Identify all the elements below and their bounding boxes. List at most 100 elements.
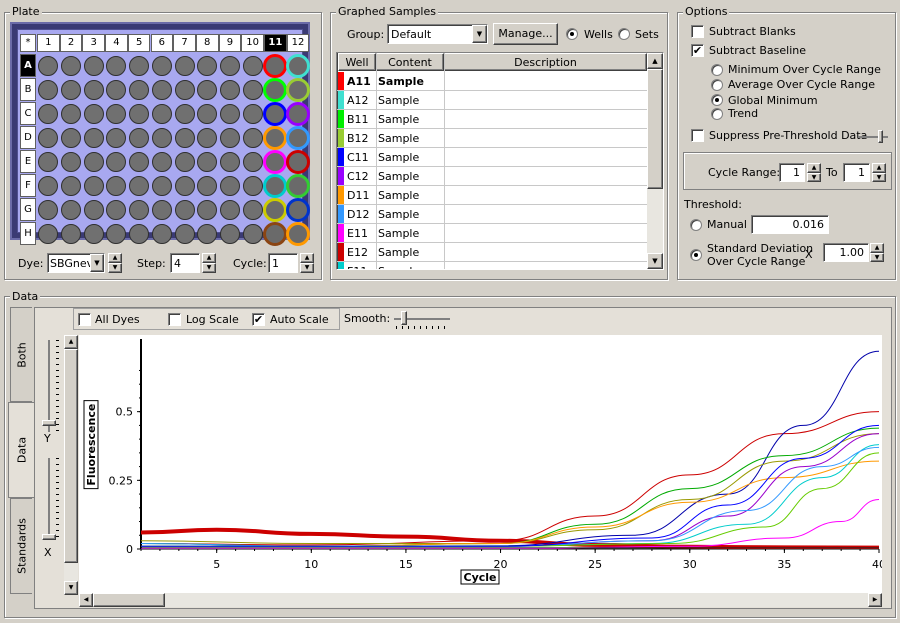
plate-well[interactable] bbox=[286, 78, 311, 102]
plate-column-header[interactable]: 12 bbox=[286, 34, 310, 52]
auto-scale-checkbox[interactable]: ✔ bbox=[252, 313, 265, 326]
global-minimum-radio[interactable] bbox=[711, 94, 723, 106]
x-zoom-slider[interactable] bbox=[48, 458, 50, 538]
plate-well[interactable] bbox=[129, 104, 150, 124]
plate-well[interactable] bbox=[263, 126, 288, 150]
cycle-input[interactable]: 1 bbox=[268, 253, 298, 273]
plate-well[interactable] bbox=[61, 80, 82, 100]
manual-threshold-input[interactable]: 0.016 bbox=[751, 215, 829, 234]
plate-well[interactable] bbox=[106, 56, 127, 76]
plate-well[interactable] bbox=[151, 224, 172, 244]
plate-well[interactable] bbox=[83, 56, 104, 76]
wells-radio[interactable] bbox=[566, 28, 578, 40]
plate-well[interactable] bbox=[197, 152, 218, 172]
plate-row-header[interactable]: D bbox=[20, 126, 36, 149]
plate-row-header[interactable]: E bbox=[20, 150, 36, 173]
plate-well[interactable] bbox=[174, 104, 195, 124]
table-row[interactable]: C11 Sample bbox=[337, 148, 647, 167]
plate-row-header[interactable]: C bbox=[20, 102, 36, 125]
plate-well[interactable] bbox=[286, 174, 311, 198]
plate-well[interactable] bbox=[286, 222, 311, 246]
plate-well[interactable] bbox=[197, 176, 218, 196]
plate-row-header[interactable]: G bbox=[20, 198, 36, 221]
scroll-up-icon[interactable]: ▲ bbox=[647, 53, 663, 69]
plate-well[interactable] bbox=[38, 152, 59, 172]
plate-well[interactable] bbox=[106, 200, 127, 220]
chart-h-scrollbar[interactable]: ◀ ▶ bbox=[79, 593, 882, 607]
dropdown-arrow-icon[interactable]: ▼ bbox=[472, 25, 487, 43]
plate-well[interactable] bbox=[106, 80, 127, 100]
plate-well[interactable] bbox=[219, 128, 240, 148]
tab-standards[interactable]: Standards bbox=[10, 498, 32, 594]
plate-well[interactable] bbox=[38, 200, 59, 220]
plate-well[interactable] bbox=[263, 54, 288, 78]
step-input[interactable]: 4 bbox=[170, 253, 200, 273]
plate-well[interactable] bbox=[61, 128, 82, 148]
plate-well[interactable] bbox=[61, 224, 82, 244]
plate-well[interactable] bbox=[174, 176, 195, 196]
plate-well[interactable] bbox=[242, 200, 263, 220]
plate-well[interactable] bbox=[61, 176, 82, 196]
plate-column-header[interactable]: 2 bbox=[59, 34, 83, 52]
plate-well[interactable] bbox=[174, 152, 195, 172]
plate-column-header[interactable]: 10 bbox=[241, 34, 264, 52]
plate-well[interactable] bbox=[129, 224, 150, 244]
plate-well[interactable] bbox=[61, 152, 82, 172]
table-row[interactable]: F11 Sample bbox=[337, 262, 647, 269]
plate-well[interactable] bbox=[38, 176, 59, 196]
plate-well[interactable] bbox=[151, 80, 172, 100]
plate-well[interactable] bbox=[174, 80, 195, 100]
plate-well[interactable] bbox=[83, 224, 104, 244]
cycle-to-spinner[interactable]: ▲ ▼ bbox=[872, 163, 886, 182]
plate-well[interactable] bbox=[197, 80, 218, 100]
plate-well[interactable] bbox=[151, 152, 172, 172]
table-row[interactable]: A11 Sample bbox=[337, 72, 647, 91]
plate-well[interactable] bbox=[61, 104, 82, 124]
table-scrollbar[interactable]: ▲ ▼ bbox=[647, 53, 663, 269]
table-row[interactable]: B11 Sample bbox=[337, 110, 647, 129]
plate-well[interactable] bbox=[151, 128, 172, 148]
tab-both[interactable]: Both bbox=[10, 307, 32, 402]
scroll-left-icon[interactable]: ◀ bbox=[79, 593, 93, 607]
plate-row-header[interactable]: B bbox=[20, 78, 36, 101]
pre-threshold-slider[interactable] bbox=[858, 136, 888, 138]
x-zoom-slider-thumb[interactable] bbox=[42, 534, 56, 540]
plate-well[interactable] bbox=[242, 152, 263, 172]
subtract-blanks-checkbox[interactable] bbox=[691, 25, 704, 38]
scroll-down-icon[interactable]: ▼ bbox=[647, 253, 663, 269]
plate-well[interactable] bbox=[197, 128, 218, 148]
plate-well[interactable] bbox=[174, 200, 195, 220]
trend-radio[interactable] bbox=[711, 108, 723, 120]
scroll-down-icon[interactable]: ▼ bbox=[64, 581, 78, 595]
plate-well[interactable] bbox=[263, 198, 288, 222]
suppress-pre-threshold-checkbox[interactable] bbox=[691, 129, 704, 142]
y-zoom-slider-thumb[interactable] bbox=[42, 420, 56, 426]
table-row[interactable]: D11 Sample bbox=[337, 186, 647, 205]
plate-well[interactable] bbox=[129, 128, 150, 148]
table-row[interactable]: D12 Sample bbox=[337, 205, 647, 224]
table-row[interactable]: E11 Sample bbox=[337, 224, 647, 243]
plate-well[interactable] bbox=[242, 224, 263, 244]
plate-well[interactable] bbox=[219, 80, 240, 100]
plate-well[interactable] bbox=[219, 104, 240, 124]
plate-well[interactable] bbox=[106, 152, 127, 172]
plate-column-header[interactable]: 5 bbox=[127, 34, 151, 52]
plate-well[interactable] bbox=[242, 80, 263, 100]
plate-well[interactable] bbox=[263, 102, 288, 126]
plate-column-header[interactable]: 11 bbox=[264, 34, 287, 52]
plate-well[interactable] bbox=[286, 102, 311, 126]
sets-radio[interactable] bbox=[618, 28, 630, 40]
plate-well[interactable] bbox=[219, 176, 240, 196]
group-select[interactable]: Default ▼ bbox=[387, 24, 488, 44]
plate-well[interactable] bbox=[263, 150, 288, 174]
manage-button[interactable]: Manage... bbox=[493, 23, 558, 45]
plate-well[interactable] bbox=[242, 56, 263, 76]
plate-well[interactable] bbox=[83, 80, 104, 100]
plate-well[interactable] bbox=[219, 56, 240, 76]
plate-well[interactable] bbox=[83, 200, 104, 220]
plate-column-header[interactable]: 9 bbox=[218, 34, 242, 52]
plate-well[interactable] bbox=[174, 56, 195, 76]
plate-column-header[interactable]: 7 bbox=[173, 34, 196, 52]
plate-well[interactable] bbox=[242, 128, 263, 148]
plate-well[interactable] bbox=[263, 174, 288, 198]
